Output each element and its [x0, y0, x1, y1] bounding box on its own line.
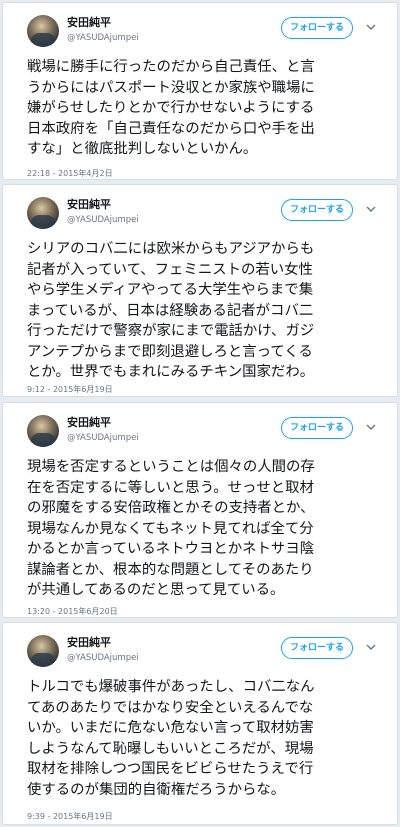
- tweet-text-line: 現場なんか見なくてもネット見てれば全て分: [27, 520, 314, 537]
- tweet-card: 安田純平 @YASUDAjumpei フォローする 戦場に勝手に行ったのだから自…: [2, 2, 398, 180]
- avatar[interactable]: [27, 197, 59, 229]
- chevron-down-icon[interactable]: [365, 641, 377, 653]
- chevron-down-icon[interactable]: [365, 21, 377, 33]
- user-handle[interactable]: @YASUDAjumpei: [67, 432, 139, 444]
- tweet-text-line: しようなんて恥曝しもいいところだが、現場: [27, 740, 314, 757]
- tweet-text-line: とか。世界でもまれにみるチキン国家だわ。: [27, 364, 315, 380]
- timestamp[interactable]: 13:20 - 2015年6月20日: [27, 607, 118, 617]
- tweet-text-line: 現場を否定するということは個々の人間の存: [27, 459, 315, 475]
- follow-button[interactable]: フォローする: [281, 637, 353, 659]
- tweet-text-line: かるとか言っているネトウヨとかネトサヨ陰: [27, 541, 315, 557]
- tweet-card: 安田純平 @YASUDAjumpei フォローする シリアのコバ二には欧米からも…: [2, 184, 398, 397]
- tweet-text: 現場を否定するということは個々の人間の存 在を否定するに等しいと思う。せっせと取…: [27, 457, 387, 601]
- tweet-text: シリアのコバ二には欧米からもアジアからも 記者が入っていて、フェミニストの若い女…: [27, 239, 387, 383]
- tweet-text-line: 使するのが集団的自衛権だろうからな。: [27, 781, 286, 798]
- tweet-text-line: 謀論者とか、根本的な問題としてそのあたり: [27, 561, 314, 578]
- tweet-text-line: の邪魔をする安倍政権とかその支持者とか、: [27, 500, 315, 516]
- user-name[interactable]: 安田純平: [67, 636, 111, 650]
- tweet-text-line: すな」と徹底批判しないといかん。: [27, 141, 258, 157]
- tweet-text-line: てあのあたりではかなり安全といえるんでな: [27, 699, 314, 716]
- tweet-text-line: 嫌がらせしたりとかで行かせないようにする: [27, 100, 315, 116]
- follow-button[interactable]: フォローする: [281, 17, 353, 39]
- chevron-down-icon[interactable]: [365, 421, 377, 433]
- tweet-card: 安田純平 @YASUDAjumpei フォローする トルコでも爆破事件があったし…: [2, 622, 398, 825]
- tweet-text-line: やら学生メディアやってる大学生やらまで集: [27, 282, 314, 298]
- tweet-text-line: 取材を排除しつつ国民をビビらせたうえで行: [27, 761, 314, 777]
- timestamp[interactable]: 9:39 - 2015年6月19日: [27, 812, 113, 822]
- user-handle[interactable]: @YASUDAjumpei: [67, 652, 139, 664]
- tweet-text-line: まっているが、日本は経験ある記者がコバ二: [27, 302, 314, 319]
- tweet-text-line: 在を否定するに等しいと思う。せっせと取材: [27, 479, 314, 496]
- timestamp[interactable]: 22:18 - 2015年4月2日: [27, 169, 113, 179]
- timestamp[interactable]: 9:12 - 2015年6月19日: [27, 385, 113, 395]
- tweet-text-line: 戦場に勝手に行ったのだから自己責任、と言: [27, 59, 315, 75]
- tweet-text: トルコでも爆破事件があったし、コバ二なん てあのあたりではかなり安全といえるんで…: [27, 677, 387, 800]
- avatar[interactable]: [27, 635, 59, 667]
- avatar[interactable]: [27, 415, 59, 447]
- user-handle[interactable]: @YASUDAjumpei: [67, 214, 139, 226]
- tweet-card: 安田純平 @YASUDAjumpei フォローする 現場を否定するということは個…: [2, 402, 398, 618]
- user-name[interactable]: 安田純平: [67, 16, 111, 30]
- chevron-down-icon[interactable]: [365, 203, 377, 215]
- tweet-text-line: いか。いまだに危ない危ない言って取材妨害: [27, 720, 314, 736]
- tweet-text-line: 記者が入っていて、フェミニストの若い女性: [27, 261, 313, 278]
- avatar[interactable]: [27, 15, 59, 47]
- tweet-text-line: が共通してあるのだと思って見ている。: [27, 582, 285, 598]
- tweet-text-line: うからにはパスポート没収とか家族や職場に: [27, 79, 315, 96]
- user-handle[interactable]: @YASUDAjumpei: [67, 32, 139, 44]
- user-name[interactable]: 安田純平: [67, 198, 111, 212]
- follow-button[interactable]: フォローする: [281, 199, 353, 221]
- follow-button[interactable]: フォローする: [281, 417, 353, 439]
- user-name[interactable]: 安田純平: [67, 416, 111, 430]
- tweet-text: 戦場に勝手に行ったのだから自己責任、と言 うからにはパスポート没収とか家族や職場…: [27, 57, 387, 160]
- tweet-text-line: 行っただけで警察が家にまで電話かけ、ガジ: [27, 323, 315, 339]
- tweet-text-line: アンテプからまで即刻退避しろと言ってくる: [27, 343, 313, 360]
- tweet-text-line: シリアのコバ二には欧米からもアジアからも: [27, 241, 315, 257]
- tweet-text-line: トルコでも爆破事件があったし、コバ二なん: [27, 679, 315, 695]
- tweet-text-line: 日本政府を「自己責任なのだから口や手を出: [27, 120, 315, 137]
